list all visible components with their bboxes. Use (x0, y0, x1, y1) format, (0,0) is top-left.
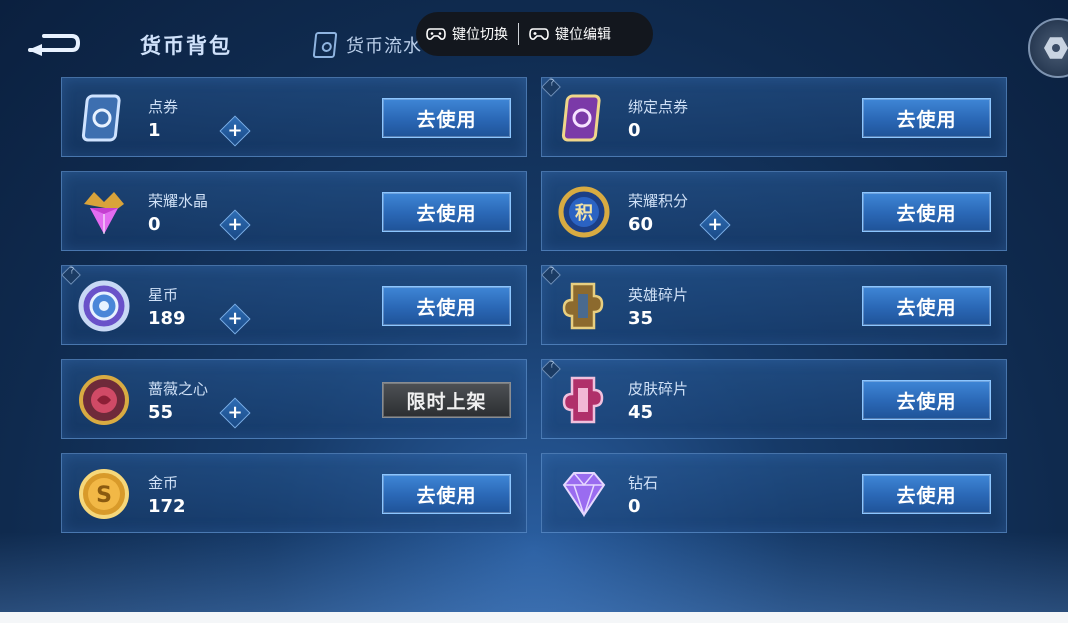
bound-voucher-icon (556, 90, 612, 146)
tab-currency-flow[interactable]: 货币流水 (312, 32, 422, 58)
settings-corner-button[interactable] (1028, 18, 1068, 78)
plus-icon: + (227, 120, 243, 141)
voucher-icon (76, 90, 132, 146)
currency-card: ? 皮肤碎片 45 去使用 (541, 359, 1007, 439)
currency-name: 蔷薇之心 (148, 380, 209, 398)
currency-amount: 1 (148, 120, 161, 141)
add-currency-button[interactable]: + (219, 209, 251, 241)
currency-name: 英雄碎片 (628, 286, 689, 304)
game-screen: 货币背包 货币流水 键位切换 键位编辑 点券 1 + 去使用? 绑定点券 0 去使用 荣耀水晶… (0, 0, 1068, 612)
add-currency-button[interactable]: + (219, 303, 251, 335)
currency-card: ? 绑定点券 0 去使用 (541, 77, 1007, 157)
currency-amount: 0 (628, 120, 641, 141)
currency-amount: 45 (628, 402, 654, 423)
currency-name: 钻石 (628, 474, 659, 492)
gamepad-edit-icon (529, 28, 549, 40)
plus-icon: + (227, 308, 243, 329)
currency-grid: 点券 1 + 去使用? 绑定点券 0 去使用 荣耀水晶 0 + 去使用积荣耀积分 60 + 去使用? 星币 1… (61, 77, 1007, 533)
diamond-icon (556, 466, 612, 522)
add-currency-button[interactable]: + (219, 115, 251, 147)
currency-name: 荣耀积分 (628, 192, 689, 210)
currency-card: 点券 1 + 去使用 (61, 77, 527, 157)
tab-currency-flow-label: 货币流水 (346, 36, 422, 57)
currency-card: 荣耀水晶 0 + 去使用 (61, 171, 527, 251)
plus-icon: + (707, 214, 723, 235)
currency-name: 星币 (148, 286, 179, 304)
currency-amount: 55 (148, 402, 174, 423)
key-edit-label: 键位编辑 (555, 27, 611, 43)
currency-card: 钻石 0 去使用 (541, 453, 1007, 533)
use-button[interactable]: 去使用 (862, 474, 991, 514)
gamepad-icon (426, 28, 446, 40)
currency-amount: 60 (628, 214, 654, 235)
use-button[interactable]: 去使用 (382, 474, 511, 514)
use-button[interactable]: 去使用 (382, 98, 511, 138)
hero-shard-icon (556, 278, 612, 334)
currency-card: 积 荣耀积分 60 + 去使用 (541, 171, 1007, 251)
plus-icon: + (227, 214, 243, 235)
currency-amount: 189 (148, 308, 186, 329)
currency-amount: 172 (148, 496, 186, 517)
glory-points-icon: 积 (556, 184, 612, 240)
page-title: 货币背包 (140, 34, 232, 58)
currency-amount: 0 (628, 496, 641, 517)
use-button[interactable]: 去使用 (862, 380, 991, 420)
add-currency-button[interactable]: + (699, 209, 731, 241)
currency-name: 皮肤碎片 (628, 380, 689, 398)
back-button[interactable] (24, 30, 82, 58)
star-coin-icon (76, 278, 132, 334)
add-currency-button[interactable]: + (219, 397, 251, 429)
svg-text:积: 积 (575, 203, 593, 224)
currency-name: 荣耀水晶 (148, 192, 209, 210)
currency-name: 金币 (148, 474, 179, 492)
currency-name: 点券 (148, 98, 179, 116)
svg-text:S: S (96, 483, 112, 508)
currency-card: ? 英雄碎片 35 去使用 (541, 265, 1007, 345)
use-button[interactable]: 去使用 (382, 286, 511, 326)
hexagon-icon (1044, 37, 1068, 59)
currency-amount: 35 (628, 308, 654, 329)
currency-name: 绑定点券 (628, 98, 689, 116)
card-icon (312, 32, 338, 58)
key-edit-button[interactable]: 键位编辑 (519, 12, 621, 56)
limited-time-button[interactable]: 限时上架 (382, 382, 511, 418)
use-button[interactable]: 去使用 (862, 192, 991, 232)
use-button[interactable]: 去使用 (382, 192, 511, 232)
glory-crystal-icon (76, 184, 132, 240)
rose-heart-icon (76, 372, 132, 428)
key-switch-button[interactable]: 键位切换 (416, 12, 518, 56)
currency-card: ? 星币 189 + 去使用 (61, 265, 527, 345)
keymap-overlay-toolbar: 键位切换 键位编辑 (416, 12, 653, 56)
use-button[interactable]: 去使用 (862, 286, 991, 326)
bottom-strip (0, 612, 1068, 623)
key-switch-label: 键位切换 (452, 27, 508, 43)
currency-card: S 金币 172 去使用 (61, 453, 527, 533)
currency-amount: 0 (148, 214, 161, 235)
plus-icon: + (227, 402, 243, 423)
currency-card: 蔷薇之心 55 + 限时上架 (61, 359, 527, 439)
use-button[interactable]: 去使用 (862, 98, 991, 138)
gold-coin-icon: S (76, 466, 132, 522)
skin-shard-icon (556, 372, 612, 428)
